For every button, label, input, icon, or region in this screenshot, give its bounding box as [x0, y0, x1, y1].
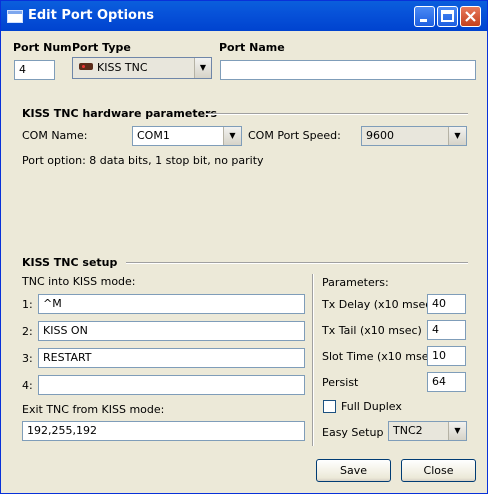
save-button[interactable]: Save: [316, 459, 391, 482]
slot-time-input[interactable]: 10: [427, 346, 466, 366]
com-name-label: COM Name:: [22, 129, 88, 142]
port-option-text: Port option: 8 data bits, 1 stop bit, no…: [22, 154, 264, 167]
minimize-icon: [420, 19, 427, 22]
parameters-heading: Parameters:: [322, 276, 389, 289]
port-type-label: Port Type: [72, 41, 131, 54]
slot-time-label: Slot Time (x10 msec): [322, 350, 439, 363]
chevron-down-icon[interactable]: ▼: [223, 127, 241, 145]
com-speed-label: COM Port Speed:: [248, 129, 341, 142]
close-icon: [465, 11, 476, 22]
setup-section-heading: KISS TNC setup: [22, 256, 118, 269]
maximize-button[interactable]: [437, 6, 458, 27]
easy-setup-label: Easy Setup: [322, 426, 384, 439]
tx-tail-input[interactable]: 4: [427, 320, 466, 340]
full-duplex-checkbox[interactable]: [323, 400, 336, 413]
tnc-into-kiss-label: TNC into KISS mode:: [22, 275, 136, 288]
maximize-icon: [441, 10, 454, 22]
line-4-number: 4:: [22, 379, 33, 392]
port-name-label: Port Name: [219, 41, 285, 54]
com-speed-value: 9600: [366, 129, 394, 142]
persist-input[interactable]: 64: [427, 372, 466, 392]
hardware-divider: [206, 113, 468, 115]
port-num-label: Port Num: [13, 41, 72, 54]
kiss-command-3-input[interactable]: RESTART: [38, 348, 305, 368]
line-1-number: 1:: [22, 298, 33, 311]
hardware-section-heading: KISS TNC hardware parameters: [22, 107, 218, 120]
kiss-command-4-input[interactable]: [38, 375, 305, 395]
tnc-device-icon: [79, 63, 93, 70]
chevron-down-icon[interactable]: ▼: [448, 422, 466, 440]
setup-divider: [126, 262, 468, 264]
full-duplex-label: Full Duplex: [341, 400, 402, 413]
line-2-number: 2:: [22, 325, 33, 338]
kiss-command-1-input[interactable]: ^M: [38, 294, 305, 314]
port-name-input[interactable]: [220, 60, 476, 80]
easy-setup-select[interactable]: TNC2 ▼: [388, 421, 467, 441]
minimize-button[interactable]: [414, 6, 435, 27]
kiss-command-2-input[interactable]: KISS ON: [38, 321, 305, 341]
close-button[interactable]: Close: [401, 459, 476, 482]
com-speed-select[interactable]: 9600 ▼: [361, 126, 467, 146]
chevron-down-icon[interactable]: ▼: [448, 127, 466, 145]
chevron-down-icon[interactable]: ▼: [194, 58, 211, 78]
dialog-body: Port Num 4 Port Type KISS TNC ▼ Port Nam…: [4, 31, 484, 490]
tx-delay-label: Tx Delay (x10 msec): [322, 298, 436, 311]
line-3-number: 3:: [22, 352, 33, 365]
exit-kiss-input[interactable]: 192,255,192: [22, 421, 305, 441]
tx-tail-label: Tx Tail (x10 msec): [322, 324, 422, 337]
com-name-value: COM1: [137, 129, 170, 142]
tx-delay-input[interactable]: 40: [427, 294, 466, 314]
parameters-divider: [312, 274, 314, 446]
close-window-button[interactable]: [460, 6, 481, 27]
port-num-input[interactable]: 4: [14, 60, 55, 80]
easy-setup-value: TNC2: [393, 424, 423, 437]
port-type-value: KISS TNC: [97, 61, 148, 74]
port-type-select[interactable]: KISS TNC ▼: [72, 57, 212, 79]
com-name-select[interactable]: COM1 ▼: [132, 126, 242, 146]
window-icon: [7, 10, 23, 23]
edit-port-options-window: Edit Port Options Port Num 4 Port Type K…: [0, 0, 488, 494]
exit-kiss-label: Exit TNC from KISS mode:: [22, 403, 165, 416]
persist-label: Persist: [322, 376, 359, 389]
title-bar[interactable]: Edit Port Options: [1, 1, 487, 31]
window-title: Edit Port Options: [28, 8, 154, 23]
